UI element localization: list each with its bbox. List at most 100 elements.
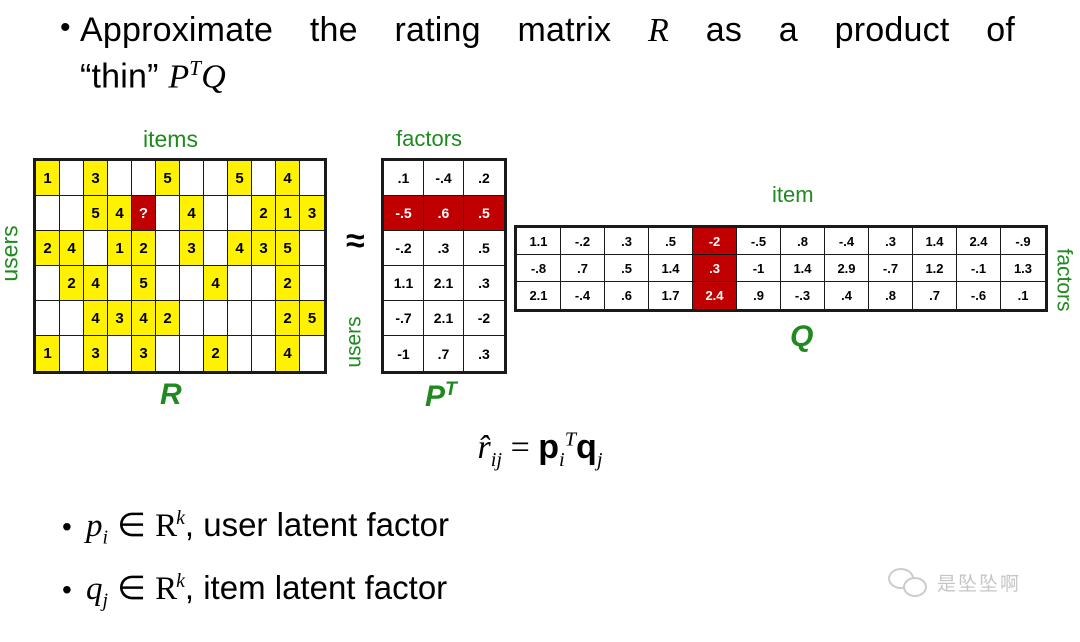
matrix-Q-grid: 1.1 -.2.3.5 -2 -.5.8 -.4.3 1.4 2.4 -.9 -.8.7.5 1.… bbox=[514, 225, 1048, 312]
matrix-cell: -.5 bbox=[737, 228, 781, 255]
formula-lhs: r̂ bbox=[477, 429, 491, 466]
matrix-cell: 2.9 bbox=[825, 255, 869, 282]
matrix-cell: 2.4 bbox=[957, 228, 1001, 255]
transpose-sup: T bbox=[189, 55, 202, 80]
matrix-row: -.2.3.5 bbox=[384, 231, 504, 266]
matrix-cell: 4 bbox=[108, 196, 132, 231]
matrix-cell: 2 bbox=[276, 266, 300, 301]
matrix-row: 13554 bbox=[36, 161, 324, 196]
matrix-cell: -1 bbox=[384, 336, 424, 371]
bullet-line-1: Approximate the rating matrix R as a pro… bbox=[80, 8, 1015, 54]
matrix-cell bbox=[156, 196, 180, 231]
matrix-cell: .3 bbox=[464, 336, 504, 371]
matrix-cell: .3 bbox=[424, 231, 464, 266]
matrix-cell: 2 bbox=[276, 301, 300, 336]
matrix-cell bbox=[180, 301, 204, 336]
matrix-cell: 2.4 bbox=[693, 282, 737, 309]
matrix-cell: 3 bbox=[84, 336, 108, 371]
matrix-cell: .8 bbox=[781, 228, 825, 255]
label-P: P bbox=[425, 380, 446, 413]
matrix-cell: 3 bbox=[300, 196, 324, 231]
bullet-p-text: , user latent factor bbox=[184, 506, 450, 543]
matrix-cell: 5 bbox=[276, 231, 300, 266]
matrix-cell: -.2 bbox=[561, 228, 605, 255]
matrix-cell bbox=[132, 161, 156, 196]
matrix-cell: -.4 bbox=[561, 282, 605, 309]
matrix-cell: -.7 bbox=[384, 301, 424, 336]
matrix-row: 2.1 -.4.6 1.7 2.4.9 -.3.4.8.7 -.6.1 bbox=[517, 282, 1045, 309]
matrix-cell: 1.3 bbox=[1001, 255, 1045, 282]
matrix-row: 13324 bbox=[36, 336, 324, 371]
matrix-cell: 2.1 bbox=[517, 282, 561, 309]
matrix-cell: 1.1 bbox=[517, 228, 561, 255]
matrix-row: 1.1 -.2.3.5 -2 -.5.8 -.4.3 1.4 2.4 -.9 bbox=[517, 228, 1045, 255]
matrix-cell bbox=[300, 161, 324, 196]
matrix-cell: 1 bbox=[36, 161, 60, 196]
formula-p-sub: i bbox=[559, 448, 565, 471]
label-items: items bbox=[143, 126, 198, 152]
matrix-cell: .5 bbox=[649, 228, 693, 255]
matrix-cell bbox=[252, 266, 276, 301]
label-P-transpose: T bbox=[445, 378, 457, 400]
matrix-cell: 4 bbox=[276, 336, 300, 371]
matrix-cell: -.7 bbox=[869, 255, 913, 282]
matrix-cell: 1 bbox=[276, 196, 300, 231]
matrix-cell: 3 bbox=[132, 336, 156, 371]
matrix-cell: 3 bbox=[108, 301, 132, 336]
matrix-cell bbox=[300, 231, 324, 266]
matrix-cell bbox=[60, 301, 84, 336]
matrix-cell bbox=[180, 266, 204, 301]
matrix-cell: 4 bbox=[84, 301, 108, 336]
formula-q-sub: j bbox=[596, 448, 603, 471]
matrix-cell: 1.1 bbox=[384, 266, 424, 301]
matrix-cell: .7 bbox=[913, 282, 957, 309]
matrix-cell: -.4 bbox=[424, 161, 464, 196]
reals-dim-p: k bbox=[176, 507, 185, 529]
matrix-cell: 4 bbox=[84, 266, 108, 301]
approx-equals-icon: ≈ bbox=[346, 222, 365, 260]
matrix-cell: .4 bbox=[825, 282, 869, 309]
elem-of-q: ∈ bbox=[108, 569, 156, 606]
matrix-cell: 1 bbox=[108, 231, 132, 266]
matrix-cell: 1.4 bbox=[781, 255, 825, 282]
matrix-cell: -.6 bbox=[957, 282, 1001, 309]
matrix-cell: 2 bbox=[156, 301, 180, 336]
bullet-user-latent-factor: • pi ∈ Rk, user latent factor bbox=[62, 505, 449, 550]
reals-symbol-q: R bbox=[155, 571, 177, 607]
matrix-cell: -.1 bbox=[957, 255, 1001, 282]
matrix-cell: 3 bbox=[180, 231, 204, 266]
matrix-cell bbox=[300, 266, 324, 301]
matrix-cell bbox=[36, 266, 60, 301]
matrix-cell: 2 bbox=[36, 231, 60, 266]
matrix-cell: 4 bbox=[204, 266, 228, 301]
matrix-row: 434225 bbox=[36, 301, 324, 336]
bullet-item-latent-factor: • qj ∈ Rk, item latent factor bbox=[62, 568, 447, 613]
matrix-cell: 1.7 bbox=[649, 282, 693, 309]
matrix-cell bbox=[156, 336, 180, 371]
label-matrix-R: R bbox=[160, 378, 182, 411]
var-p: p bbox=[86, 508, 103, 544]
label-matrix-Q: Q bbox=[790, 320, 814, 353]
matrix-row: .1 -.4.2 bbox=[384, 161, 504, 196]
matrix-cell: 1.2 bbox=[913, 255, 957, 282]
var-q: q bbox=[86, 571, 103, 607]
matrix-cell: 2 bbox=[252, 196, 276, 231]
matrix-cell: .5 bbox=[464, 231, 504, 266]
matrix-cell: 2 bbox=[132, 231, 156, 266]
matrix-cell: -.8 bbox=[517, 255, 561, 282]
matrix-cell: .7 bbox=[561, 255, 605, 282]
matrix-cell: 3 bbox=[84, 161, 108, 196]
matrix-cell: 5 bbox=[300, 301, 324, 336]
matrix-PT-grid: .1 -.4.2 -.5.6.5 -.2.3.5 1.1 2.1.3 -.7 2.1 -2 -1.… bbox=[381, 158, 507, 374]
matrix-cell: 3 bbox=[252, 231, 276, 266]
bullet-marker-q: • bbox=[62, 574, 72, 605]
bullet-marker-p: • bbox=[62, 511, 72, 542]
bullet-q-text: , item latent factor bbox=[184, 569, 448, 606]
matrix-cell: 2 bbox=[204, 336, 228, 371]
matrix-cell: 5 bbox=[228, 161, 252, 196]
bullet-text-pre: Approximate the rating matrix bbox=[80, 11, 648, 49]
matrix-cell bbox=[300, 336, 324, 371]
matrix-cell: -.2 bbox=[384, 231, 424, 266]
matrix-cell: .3 bbox=[464, 266, 504, 301]
formula-q: q bbox=[576, 428, 597, 466]
